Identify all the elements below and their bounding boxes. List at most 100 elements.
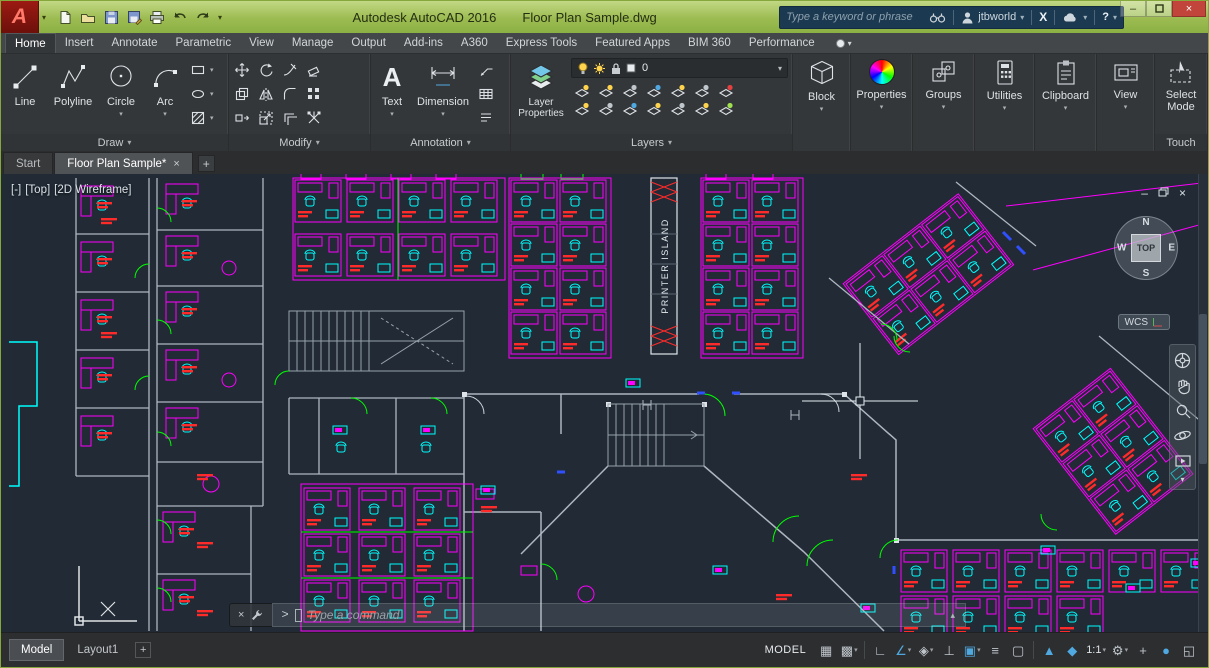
model-space-toggle[interactable]: MODEL bbox=[757, 644, 815, 656]
layer-lock-tool-icon[interactable] bbox=[644, 82, 664, 99]
help-menu[interactable]: ? ▾ bbox=[1102, 11, 1117, 23]
rectangle-tool-icon[interactable] bbox=[187, 59, 209, 81]
line-button[interactable]: Line bbox=[3, 57, 47, 134]
viewcube[interactable]: N S W E TOP bbox=[1114, 216, 1178, 280]
modify-panel-title[interactable]: Modify▾ bbox=[229, 134, 370, 151]
a360-menu[interactable]: ▾ bbox=[1062, 11, 1087, 23]
command-input-field[interactable]: > ▴ bbox=[272, 603, 966, 627]
viewcube-south[interactable]: S bbox=[1143, 268, 1150, 279]
selection-cycling-toggle[interactable]: ▢ bbox=[1007, 639, 1029, 661]
vertical-scrollbar[interactable] bbox=[1198, 174, 1208, 632]
ribbon-display-toggle[interactable]: ▾ bbox=[830, 33, 858, 53]
ribbon-tab-view[interactable]: View bbox=[240, 33, 283, 53]
layer-properties-button[interactable]: Layer Properties bbox=[513, 57, 569, 134]
annotation-panel-title[interactable]: Annotation▾ bbox=[371, 134, 510, 151]
annotation-visibility-toggle[interactable]: ▲ bbox=[1038, 639, 1060, 661]
command-line-close-icon[interactable]: × bbox=[238, 609, 244, 621]
utilities-button[interactable]: Utilities ▾ bbox=[975, 54, 1034, 151]
mirror-tool-icon[interactable] bbox=[255, 83, 277, 105]
layer-off-tool-icon[interactable] bbox=[572, 82, 592, 99]
hatch-flyout-caret-icon[interactable]: ▾ bbox=[210, 114, 214, 122]
command-history-icon[interactable]: ▴ bbox=[950, 610, 957, 621]
fillet-tool-icon[interactable] bbox=[279, 83, 301, 105]
scale-tool-icon[interactable] bbox=[255, 107, 277, 129]
plot-button[interactable] bbox=[147, 7, 167, 27]
viewport-menu-control[interactable]: [-] bbox=[11, 184, 21, 196]
pan-hand-icon[interactable] bbox=[1171, 373, 1194, 398]
ellipse-flyout-caret-icon[interactable]: ▾ bbox=[210, 90, 214, 98]
clipboard-button[interactable]: Clipboard ▾ bbox=[1035, 54, 1096, 151]
insert-block-button[interactable]: Block ▾ bbox=[793, 54, 850, 151]
layer-prev-tool-icon[interactable] bbox=[596, 100, 616, 117]
ribbon-tab-performance[interactable]: Performance bbox=[740, 33, 824, 53]
drawing-area[interactable]: PRINTER ISLAND bbox=[1, 174, 1208, 632]
viewcube-east[interactable]: E bbox=[1168, 243, 1175, 254]
layers-panel-title[interactable]: Layers▾ bbox=[511, 134, 792, 151]
viewcube-north[interactable]: N bbox=[1142, 217, 1149, 228]
save-button[interactable] bbox=[101, 7, 121, 27]
select-mode-button[interactable]: Select Mode bbox=[1155, 54, 1207, 134]
workspace-switching-button[interactable]: ⚙▾ bbox=[1109, 639, 1131, 661]
maximize-window-button[interactable] bbox=[1146, 1, 1172, 17]
layer-isolate-tool-icon[interactable] bbox=[596, 82, 616, 99]
erase-tool-icon[interactable] bbox=[303, 59, 325, 81]
scrollbar-thumb[interactable] bbox=[1199, 314, 1207, 464]
multiline-text-tool-icon[interactable] bbox=[475, 107, 497, 129]
layer-merge-tool-icon[interactable] bbox=[668, 100, 688, 117]
new-drawing-tab-button[interactable]: + bbox=[198, 155, 215, 172]
ribbon-tab-annotate[interactable]: Annotate bbox=[102, 33, 166, 53]
stretch-tool-icon[interactable] bbox=[231, 107, 253, 129]
ribbon-tab-featured-apps[interactable]: Featured Apps bbox=[586, 33, 679, 53]
layer-unlock-tool-icon[interactable] bbox=[716, 82, 736, 99]
floor-plan-canvas[interactable]: PRINTER ISLAND bbox=[1, 174, 1208, 632]
view-button[interactable]: View ▾ bbox=[1097, 54, 1154, 151]
draw-panel-title[interactable]: Draw▾ bbox=[1, 134, 228, 151]
app-menu-caret-icon[interactable]: ▾ bbox=[39, 13, 49, 22]
viewcube-west[interactable]: W bbox=[1117, 243, 1126, 254]
viewcube-top-face[interactable]: TOP bbox=[1131, 234, 1161, 262]
navbar-customize-caret-icon[interactable]: ▾ bbox=[1180, 473, 1184, 486]
object-snap-toggle[interactable]: ▣▾ bbox=[961, 639, 983, 661]
layer-match-tool-icon[interactable] bbox=[572, 100, 592, 117]
rectangle-flyout-caret-icon[interactable]: ▾ bbox=[210, 66, 214, 74]
layout-tab-layout1[interactable]: Layout1 bbox=[66, 640, 129, 660]
layer-delete-tool-icon[interactable] bbox=[692, 100, 712, 117]
isometric-drafting-toggle[interactable]: ◈▾ bbox=[915, 639, 937, 661]
arc-button[interactable]: Arc ▾ bbox=[145, 57, 185, 134]
annotation-monitor-toggle[interactable]: + bbox=[1132, 639, 1154, 661]
viewport-minimize-button[interactable]: – bbox=[1141, 186, 1148, 200]
ortho-mode-toggle[interactable]: ∟ bbox=[869, 639, 891, 661]
navigation-wheel-icon[interactable] bbox=[1171, 348, 1194, 373]
move-tool-icon[interactable] bbox=[231, 59, 253, 81]
layout-tab-model[interactable]: Model bbox=[9, 639, 64, 661]
layer-vpfreeze-tool-icon[interactable] bbox=[644, 100, 664, 117]
command-line-grip[interactable]: × bbox=[229, 603, 272, 627]
qat-customize-caret-icon[interactable]: ▾ bbox=[216, 13, 224, 22]
ribbon-tab-bim360[interactable]: BIM 360 bbox=[679, 33, 740, 53]
ellipse-tool-icon[interactable] bbox=[187, 83, 209, 105]
array-tool-icon[interactable] bbox=[303, 83, 325, 105]
properties-button[interactable]: Properties ▾ bbox=[851, 54, 912, 151]
layer-on-tool-icon[interactable] bbox=[668, 82, 688, 99]
hatch-tool-icon[interactable] bbox=[187, 107, 209, 129]
ribbon-tab-express-tools[interactable]: Express Tools bbox=[497, 33, 586, 53]
dimension-button[interactable]: Dimension ▾ bbox=[413, 57, 473, 134]
grid-display-toggle[interactable]: ▦ bbox=[815, 639, 837, 661]
table-tool-icon[interactable] bbox=[475, 83, 497, 105]
copy-tool-icon[interactable] bbox=[231, 83, 253, 105]
layer-walk-tool-icon[interactable] bbox=[620, 100, 640, 117]
search-input[interactable] bbox=[786, 11, 924, 23]
sign-in-menu[interactable]: jtbworld ▾ bbox=[961, 11, 1024, 24]
annotation-autoscale-toggle[interactable]: ◆ bbox=[1061, 639, 1083, 661]
snap-mode-toggle[interactable]: ▩▾ bbox=[838, 639, 860, 661]
polar-tracking-toggle[interactable]: ∠▾ bbox=[892, 639, 914, 661]
minimize-window-button[interactable]: – bbox=[1120, 1, 1146, 17]
annotation-scale-button[interactable]: 1:1▾ bbox=[1084, 639, 1108, 661]
save-as-button[interactable] bbox=[124, 7, 144, 27]
graphics-performance-toggle[interactable]: ● bbox=[1155, 639, 1177, 661]
object-snap-tracking-toggle[interactable]: ⊥ bbox=[938, 639, 960, 661]
viewport-close-button[interactable]: × bbox=[1179, 186, 1186, 200]
ribbon-tab-manage[interactable]: Manage bbox=[283, 33, 343, 53]
visual-style-control[interactable]: [2D Wireframe] bbox=[54, 184, 131, 196]
layer-thaw-tool-icon[interactable] bbox=[692, 82, 712, 99]
